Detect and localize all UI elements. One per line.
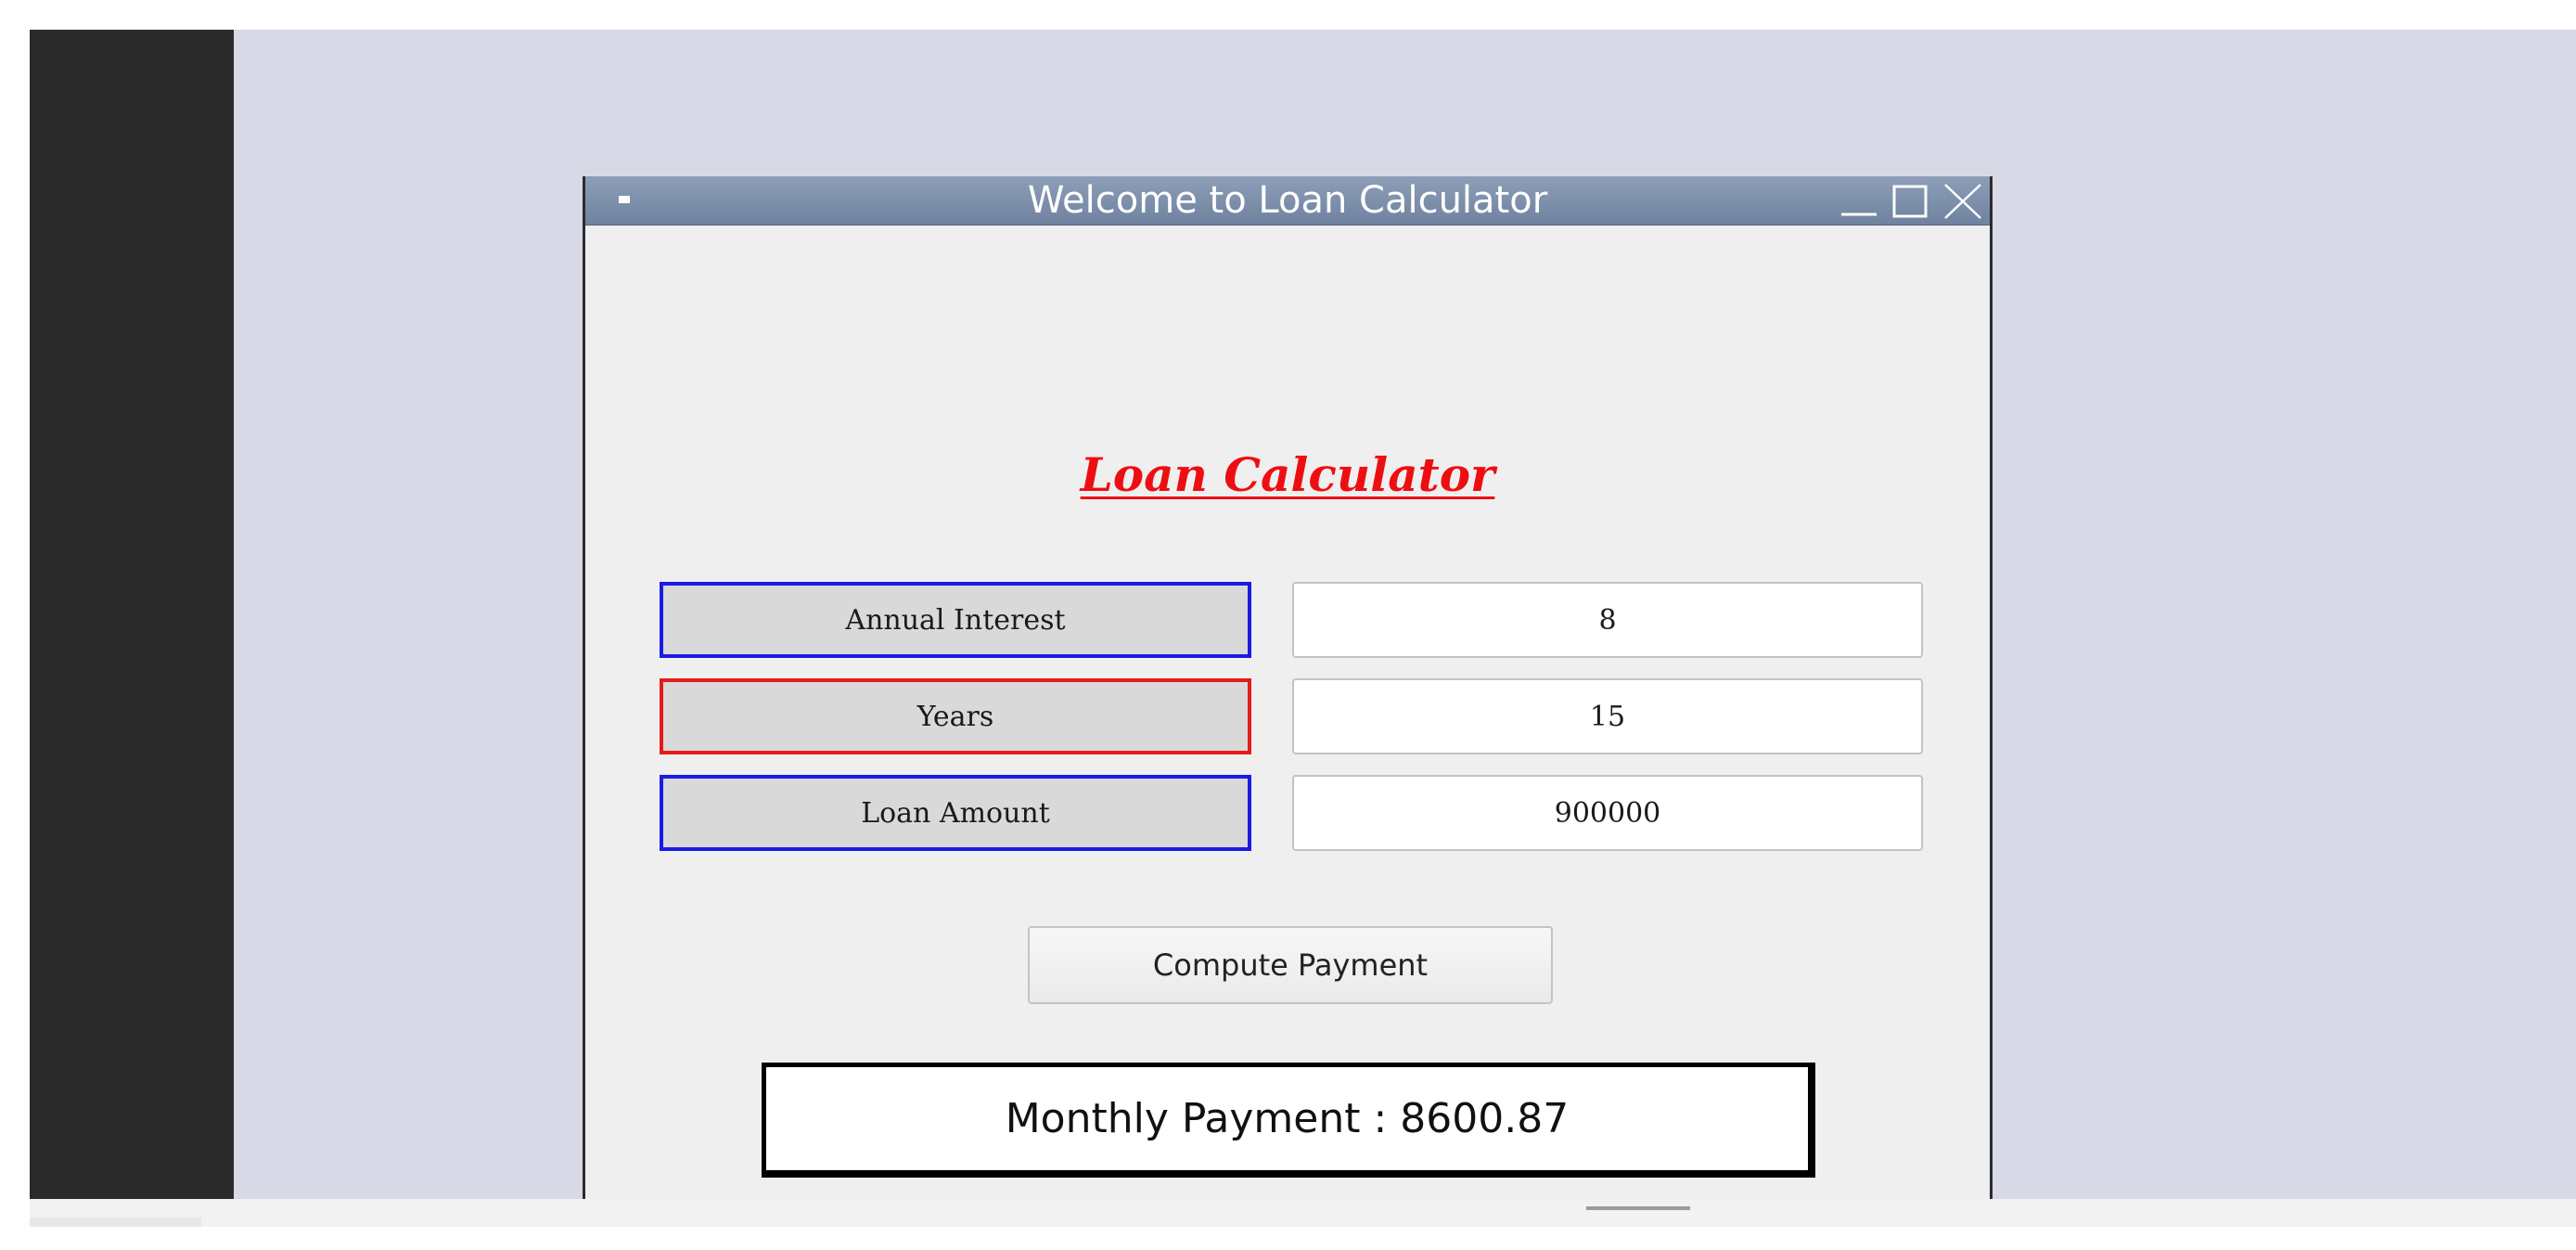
maximize-icon[interactable] — [1890, 183, 1932, 220]
bottom-bar-tab — [30, 1218, 201, 1227]
screen: Welcome to Loan Calculator Loan Calculat… — [0, 0, 2576, 1250]
years-input[interactable] — [1292, 678, 1923, 754]
annual-interest-label: Annual Interest — [660, 582, 1251, 658]
window-titlebar[interactable]: Welcome to Loan Calculator — [585, 176, 1990, 226]
annual-interest-input[interactable] — [1292, 582, 1923, 658]
window-controls — [1838, 181, 1984, 220]
compute-payment-button[interactable]: Compute Payment — [1028, 926, 1553, 1004]
loan-calculator-window: Welcome to Loan Calculator Loan Calculat… — [583, 176, 1993, 1199]
monthly-payment-result: Monthly Payment : 8600.87 — [762, 1063, 1815, 1178]
years-label: Years — [660, 678, 1251, 754]
close-icon[interactable] — [1942, 183, 1984, 220]
loan-amount-label: Loan Amount — [660, 775, 1251, 851]
window-title: Welcome to Loan Calculator — [1027, 179, 1548, 222]
resize-handle[interactable] — [1586, 1206, 1690, 1210]
left-dark-panel — [30, 30, 234, 1199]
loan-amount-input[interactable] — [1292, 775, 1923, 851]
minimize-icon[interactable] — [1838, 183, 1880, 220]
app-heading: Loan Calculator — [1080, 447, 1495, 502]
bottom-bar — [30, 1199, 2576, 1227]
